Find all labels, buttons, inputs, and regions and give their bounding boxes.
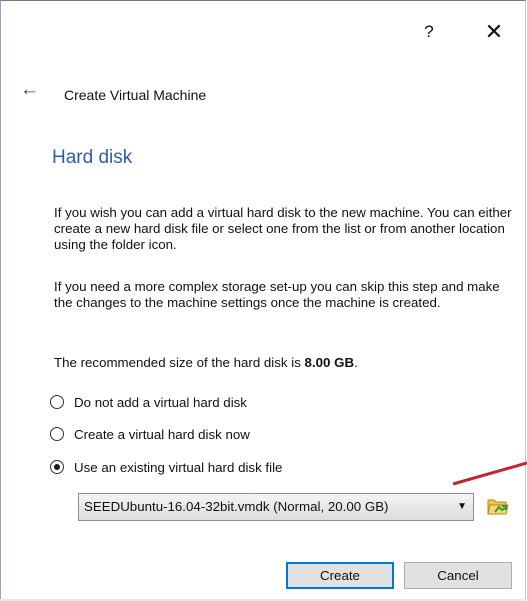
page-heading: Hard disk [52, 147, 133, 168]
help-button[interactable]: ? [414, 14, 444, 50]
radio-button[interactable] [50, 395, 64, 409]
radio-label: Use an existing virtual hard disk file [74, 459, 283, 475]
recommended-size-value: 8.00 GB [304, 355, 355, 370]
description-paragraph-1: If you wish you can add a virtual hard d… [54, 205, 512, 252]
radio-button[interactable] [50, 460, 64, 474]
radio-no-disk[interactable]: Do not add a virtual hard disk [50, 393, 247, 411]
wizard-title: Create Virtual Machine [64, 87, 207, 103]
recommended-suffix: . [354, 355, 358, 370]
close-button[interactable]: ✕ [476, 14, 512, 50]
folder-icon[interactable] [487, 496, 509, 516]
cancel-button[interactable]: Cancel [404, 562, 512, 589]
radio-label: Create a virtual hard disk now [74, 426, 250, 442]
radio-button[interactable] [50, 427, 64, 441]
dropdown-arrow-icon[interactable]: ▼ [457, 494, 467, 520]
back-arrow-icon[interactable]: ← [20, 80, 39, 100]
disk-file-select[interactable]: SEEDUbuntu-16.04-32bit.vmdk (Normal, 20.… [78, 493, 474, 521]
recommended-size-text: The recommended size of the hard disk is… [54, 355, 514, 371]
radio-label: Do not add a virtual hard disk [74, 394, 247, 410]
disk-file-select-value: SEEDUbuntu-16.04-32bit.vmdk (Normal, 20.… [84, 499, 389, 514]
description-paragraph-2: If you need a more complex storage set-u… [54, 279, 500, 310]
recommended-prefix: The recommended size of the hard disk is [54, 355, 305, 370]
radio-use-existing-disk[interactable]: Use an existing virtual hard disk file [50, 458, 282, 476]
radio-create-disk[interactable]: Create a virtual hard disk now [50, 425, 250, 443]
create-button[interactable]: Create [286, 562, 394, 589]
